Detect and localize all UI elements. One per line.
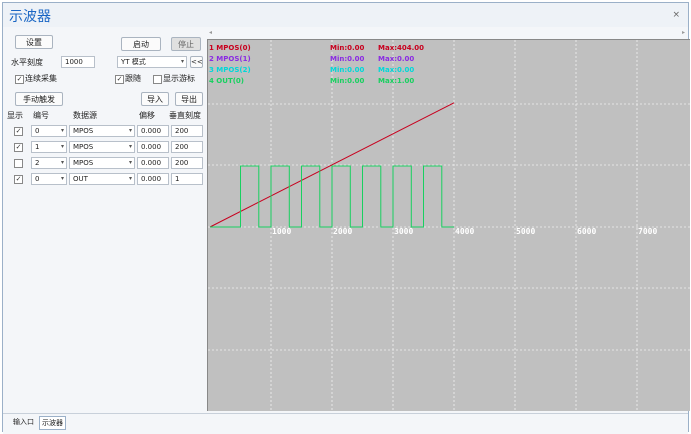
legend-max: Max:0.00 <box>378 66 414 74</box>
start-button[interactable]: 启动 <box>121 37 161 51</box>
row-offset-input[interactable]: 0.000 <box>137 125 169 137</box>
continuous-checkbox[interactable]: ✓ <box>15 75 24 84</box>
row-source-select[interactable]: MPOS ▾ <box>69 125 135 137</box>
tab-oscilloscope[interactable]: 示波器 <box>39 416 66 430</box>
row-show-checkbox[interactable]: ✓ <box>14 127 23 136</box>
legend-max: Max:0.00 <box>378 55 414 63</box>
continuous-label: 连续采集 <box>25 74 57 83</box>
row-source-value: MPOS <box>73 143 94 151</box>
row-index-value: 1 <box>35 143 40 151</box>
chevron-down-icon: ▾ <box>60 127 64 134</box>
row-index-select[interactable]: 1 ▾ <box>31 141 67 153</box>
header-vscale: 垂直刻度 <box>169 111 201 120</box>
x-tick-label: 1000 <box>272 227 291 236</box>
legend-min: Min:0.00 <box>330 77 365 85</box>
row-index-select[interactable]: 0 ▾ <box>31 173 67 185</box>
title-bar: 示波器 × <box>3 3 688 27</box>
legend-name: 3 MPOS(2) <box>209 66 251 74</box>
x-tick-label: 7000 <box>638 227 657 236</box>
row-vscale-input[interactable]: 1 <box>171 173 203 185</box>
mode-select-value: YT 模式 <box>121 58 146 66</box>
tab-input[interactable]: 输入口 <box>11 416 36 428</box>
export-button[interactable]: 导出 <box>175 92 203 106</box>
legend-min: Min:0.00 <box>330 66 365 74</box>
row-source-value: MPOS <box>73 159 94 167</box>
row-vscale-input[interactable]: 200 <box>171 157 203 169</box>
legend-name: 2 MPOS(1) <box>209 55 251 63</box>
x-tick-label: 5000 <box>516 227 535 236</box>
x-tick-label: 2000 <box>333 227 352 236</box>
legend-max: Max:404.00 <box>378 44 424 52</box>
chevron-down-icon: ▾ <box>128 159 132 166</box>
collapse-button[interactable]: << <box>190 56 203 68</box>
row-offset-input[interactable]: 0.000 <box>137 173 169 185</box>
x-tick-label: 4000 <box>455 227 474 236</box>
row-index-value: 0 <box>35 127 40 135</box>
chevron-down-icon: ▾ <box>60 159 64 166</box>
control-panel: 设置 启动 停止 水平刻度 1000 YT 模式 ▾ << ✓ 连续采集 ✓ 跟… <box>5 31 205 411</box>
row-index-value: 0 <box>35 175 40 183</box>
legend-min: Min:0.00 <box>330 44 365 52</box>
header-source: 数据源 <box>73 111 97 120</box>
manual-trigger-button[interactable]: 手动触发 <box>15 92 63 106</box>
legend-name: 4 OUT(0) <box>209 77 244 85</box>
row-show-checkbox[interactable] <box>14 159 23 168</box>
close-icon[interactable]: × <box>672 10 680 20</box>
follow-checkbox[interactable]: ✓ <box>115 75 124 84</box>
chevron-down-icon: ▾ <box>60 143 64 150</box>
bottom-tabs: 输入口 示波器 <box>3 413 688 434</box>
chevron-down-icon: ▾ <box>128 127 132 134</box>
header-offset: 偏移 <box>139 111 155 120</box>
follow-label: 跟随 <box>125 74 141 83</box>
series-line-out0 <box>210 165 454 228</box>
import-button[interactable]: 导入 <box>141 92 169 106</box>
legend-name: 1 MPOS(0) <box>209 44 251 52</box>
row-index-value: 2 <box>35 159 40 167</box>
chevron-down-icon: ▾ <box>60 175 64 182</box>
row-offset-input[interactable]: 0.000 <box>137 157 169 169</box>
row-index-select[interactable]: 2 ▾ <box>31 157 67 169</box>
show-cursor-label: 显示游标 <box>163 74 195 83</box>
h-scale-label: 水平刻度 <box>11 58 43 67</box>
legend-min: Min:0.00 <box>330 55 365 63</box>
window-title: 示波器 <box>9 9 51 25</box>
row-show-checkbox[interactable]: ✓ <box>14 143 23 152</box>
stop-button[interactable]: 停止 <box>171 37 201 51</box>
row-source-value: OUT <box>73 175 88 183</box>
row-vscale-input[interactable]: 200 <box>171 141 203 153</box>
plot-canvas: 1000 2000 3000 4000 5000 6000 7000 1 MPOS(0) Min… <box>208 40 690 411</box>
mode-select[interactable]: YT 模式 ▾ <box>117 56 187 68</box>
h-scale-input[interactable]: 1000 <box>61 56 95 68</box>
scroll-left-icon[interactable]: ◂ <box>209 29 212 36</box>
x-tick-label: 6000 <box>577 227 596 236</box>
chevron-down-icon: ▾ <box>128 175 132 182</box>
settings-button[interactable]: 设置 <box>15 35 53 49</box>
header-index: 编号 <box>33 111 49 120</box>
row-source-select[interactable]: MPOS ▾ <box>69 141 135 153</box>
row-index-select[interactable]: 0 ▾ <box>31 125 67 137</box>
header-show: 显示 <box>7 111 23 120</box>
row-show-checkbox[interactable]: ✓ <box>14 175 23 184</box>
oscilloscope-window: 示波器 × 设置 启动 停止 水平刻度 1000 YT 模式 ▾ << ✓ 连续… <box>2 2 690 434</box>
legend-max: Max:1.00 <box>378 77 414 85</box>
row-source-select[interactable]: OUT ▾ <box>69 173 135 185</box>
row-source-value: MPOS <box>73 127 94 135</box>
chevron-down-icon: ▾ <box>128 143 132 150</box>
plot-scrollbar[interactable]: ◂ ▸ <box>207 29 689 38</box>
row-offset-input[interactable]: 0.000 <box>137 141 169 153</box>
plot-area[interactable]: 1000 2000 3000 4000 5000 6000 7000 1 MPOS(0) Min… <box>207 39 690 411</box>
show-cursor-checkbox[interactable] <box>153 75 162 84</box>
x-tick-label: 3000 <box>394 227 413 236</box>
chevron-down-icon: ▾ <box>180 58 184 65</box>
row-source-select[interactable]: MPOS ▾ <box>69 157 135 169</box>
scroll-right-icon[interactable]: ▸ <box>682 29 685 36</box>
row-vscale-input[interactable]: 200 <box>171 125 203 137</box>
